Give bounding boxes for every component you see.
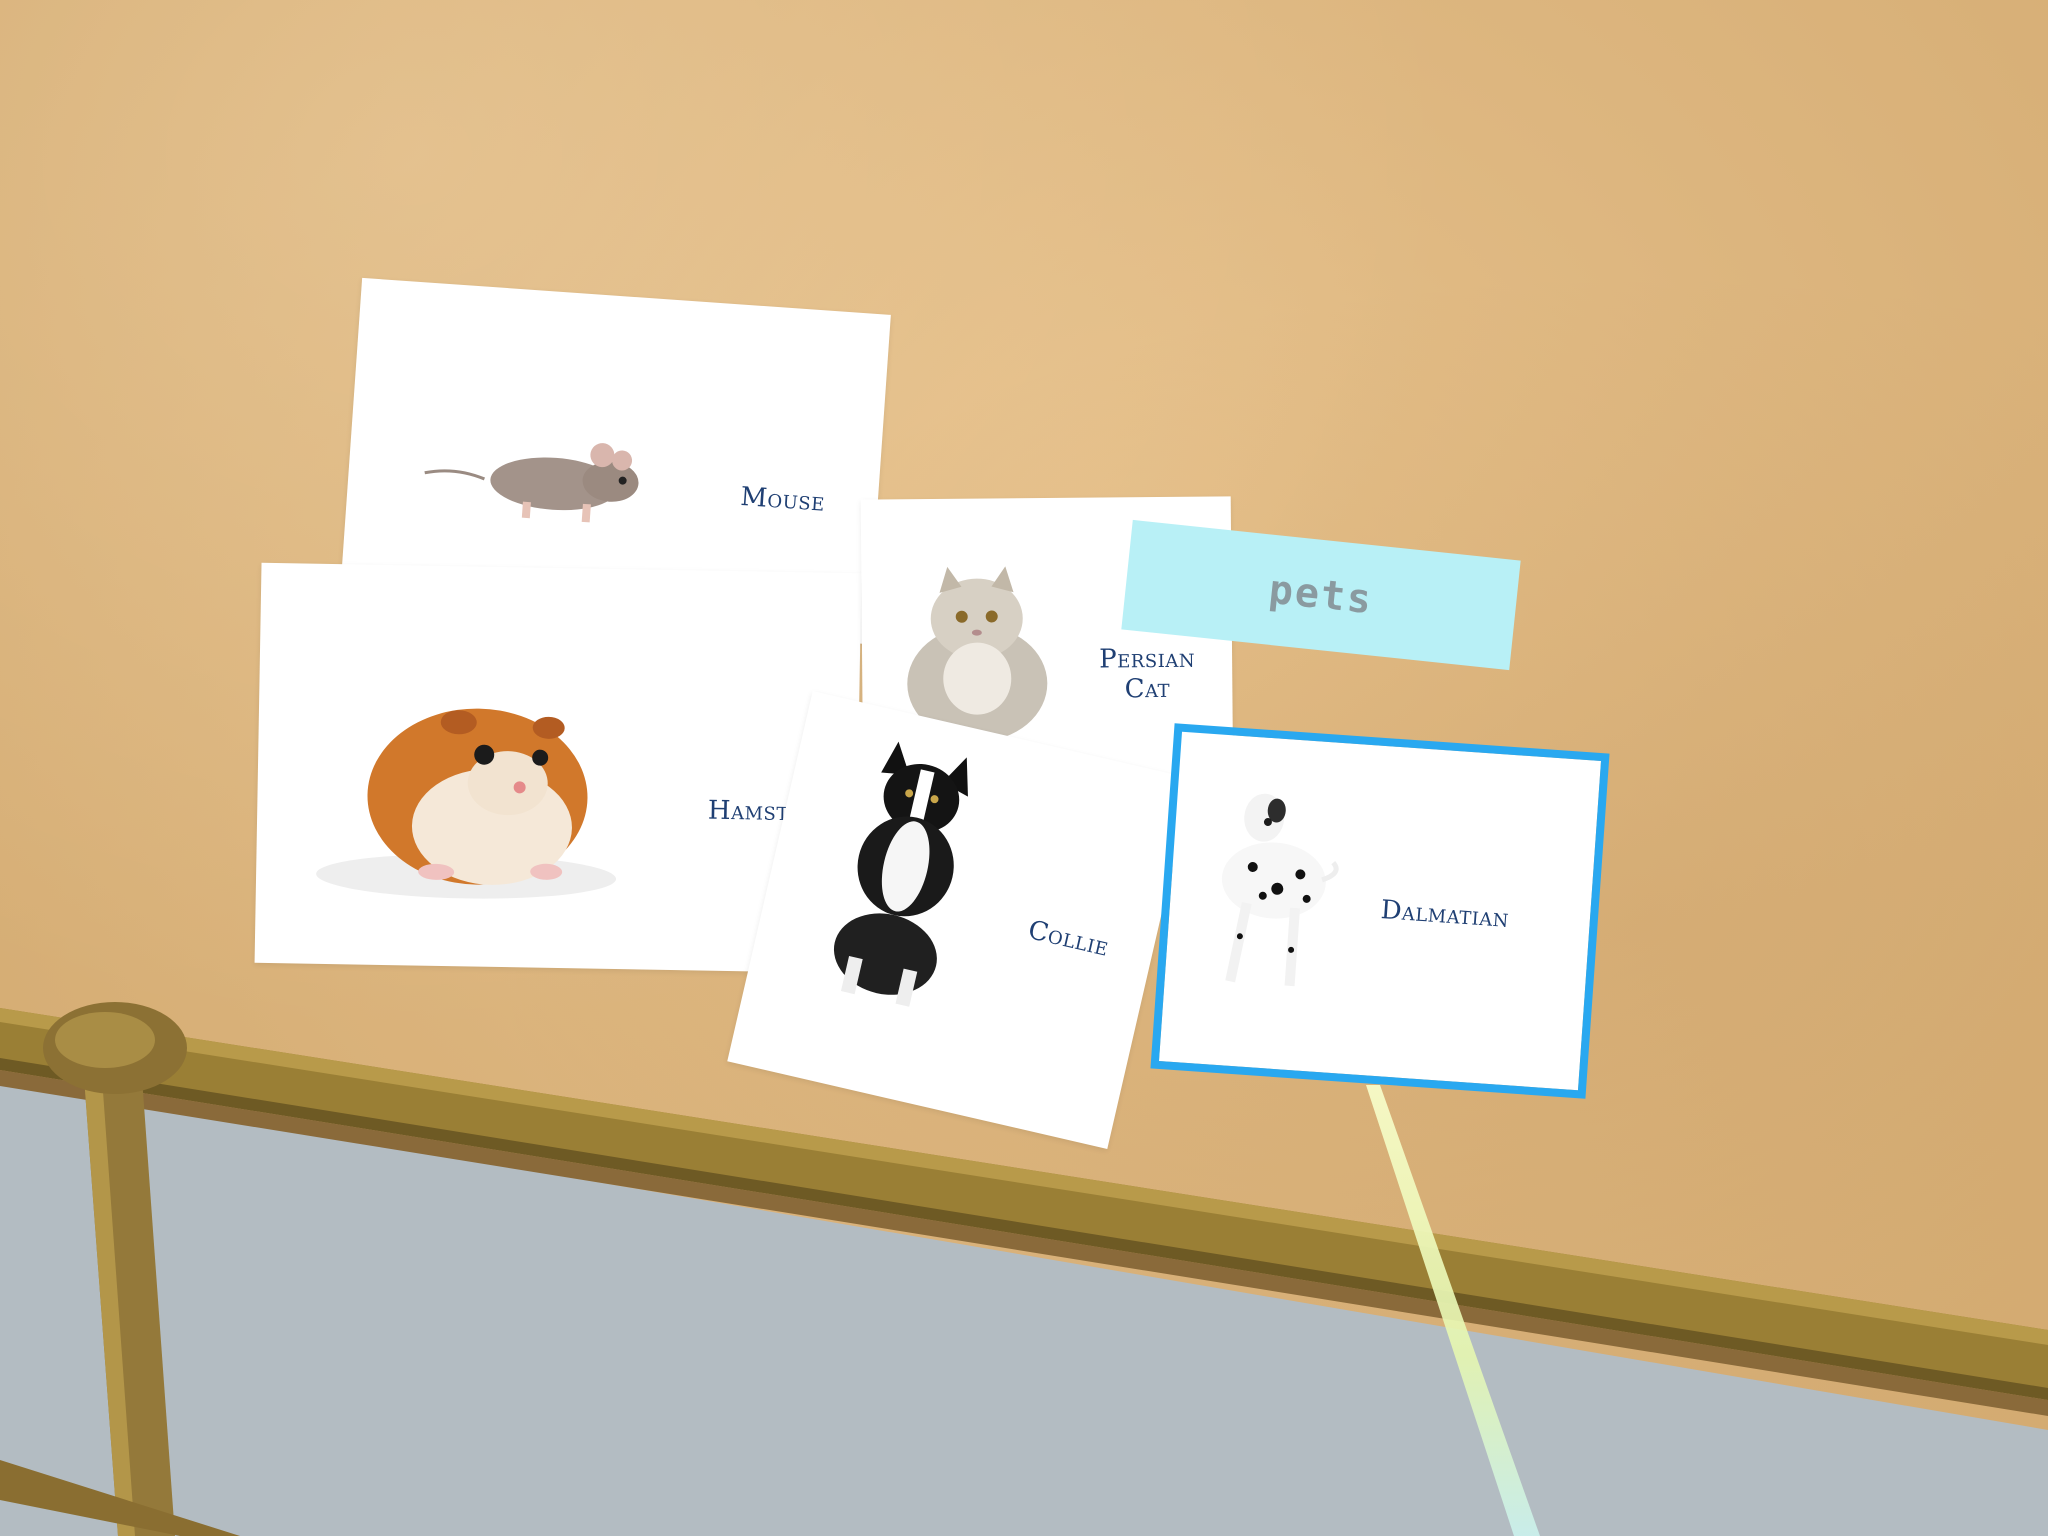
controller-pointer-ray — [1366, 1085, 1540, 1536]
vr-scene: Mouse Hamster Persian Cat Collie Dalmati… — [0, 0, 2048, 1536]
